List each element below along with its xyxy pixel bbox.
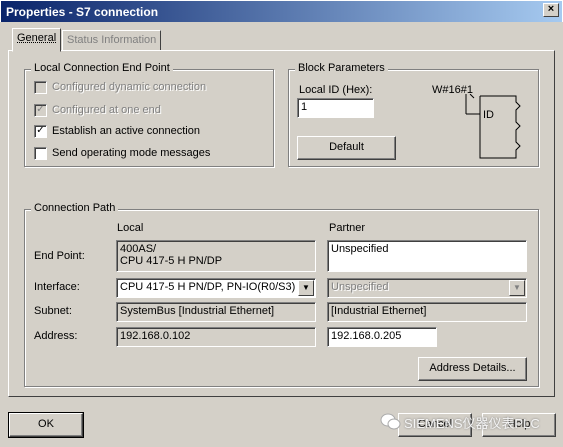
active-connection-checkbox[interactable]: ✓ (34, 125, 47, 138)
active-connection-label: Establish an active connection (52, 125, 200, 137)
local-endpoint-line1: 400AS/ (120, 243, 157, 255)
chevron-down-icon[interactable]: ▼ (298, 280, 314, 296)
tab-general-label: General (17, 32, 57, 44)
partner-subnet-field: [Industrial Ethernet] (327, 302, 527, 322)
tab-general[interactable]: General (12, 28, 62, 52)
close-icon[interactable]: × (543, 3, 559, 17)
local-id-input[interactable]: 1 (297, 98, 374, 118)
tab-status-information-label: Status Information (67, 34, 157, 46)
default-button[interactable]: Default (297, 136, 396, 160)
configured-dynamic-checkbox[interactable] (34, 81, 47, 94)
window-title: Properties - S7 connection (6, 5, 159, 19)
address-row-label: Address: (34, 330, 78, 342)
default-button-label: Default (329, 141, 364, 153)
local-id-label: Local ID (Hex): (299, 84, 373, 96)
local-endpoint-field: 400AS/ CPU 417-5 H PN/DP (116, 240, 316, 272)
partner-interface-value: Unspecified (331, 281, 389, 293)
local-endpoint-legend: Local Connection End Point (31, 62, 173, 74)
block-params-legend: Block Parameters (295, 62, 388, 74)
partner-column-header: Partner (329, 222, 366, 234)
operating-mode-label: Send operating mode messages (52, 147, 211, 159)
partner-endpoint-field[interactable]: Unspecified (327, 240, 527, 272)
connection-path-legend: Connection Path (31, 202, 119, 214)
block-diagram-icon (465, 94, 521, 159)
address-details-label: Address Details... (429, 362, 516, 374)
title-bar: Properties - S7 connection (0, 0, 563, 22)
partner-interface-select: Unspecified ▼ (327, 278, 527, 298)
chevron-down-icon: ▼ (509, 280, 525, 296)
block-pin-label: ID (483, 109, 494, 121)
local-column-header: Local (117, 222, 144, 234)
operating-mode-checkbox[interactable] (34, 147, 47, 160)
local-interface-select[interactable]: CPU 417-5 H PN/DP, PN-IO(R0/S3) ▼ (116, 278, 316, 298)
local-interface-value: CPU 417-5 H PN/DP, PN-IO(R0/S3) (120, 281, 296, 293)
local-endpoint-line2: CPU 417-5 H PN/DP (120, 255, 223, 267)
wechat-icon (380, 413, 401, 430)
endpoint-row-label: End Point: (34, 250, 85, 262)
partner-address-input[interactable]: 192.168.0.205 (327, 327, 437, 347)
subnet-row-label: Subnet: (34, 305, 72, 317)
watermark-text: SIEMENS仪器仪表PLC (404, 416, 540, 431)
local-subnet-field: SystemBus [Industrial Ethernet] (116, 302, 316, 322)
configured-dynamic-label: Configured dynamic connection (52, 81, 207, 93)
local-address-field: 192.168.0.102 (116, 327, 316, 347)
partner-endpoint-value: Unspecified (331, 243, 389, 255)
ok-button-label: OK (38, 418, 54, 430)
tab-status-information[interactable]: Status Information (62, 30, 162, 51)
configured-one-end-label: Configured at one end (52, 104, 161, 116)
address-details-button[interactable]: Address Details... (418, 357, 527, 381)
configured-one-end-checkbox[interactable]: ✓ (34, 104, 47, 117)
interface-row-label: Interface: (34, 281, 80, 293)
ok-button[interactable]: OK (8, 412, 84, 438)
